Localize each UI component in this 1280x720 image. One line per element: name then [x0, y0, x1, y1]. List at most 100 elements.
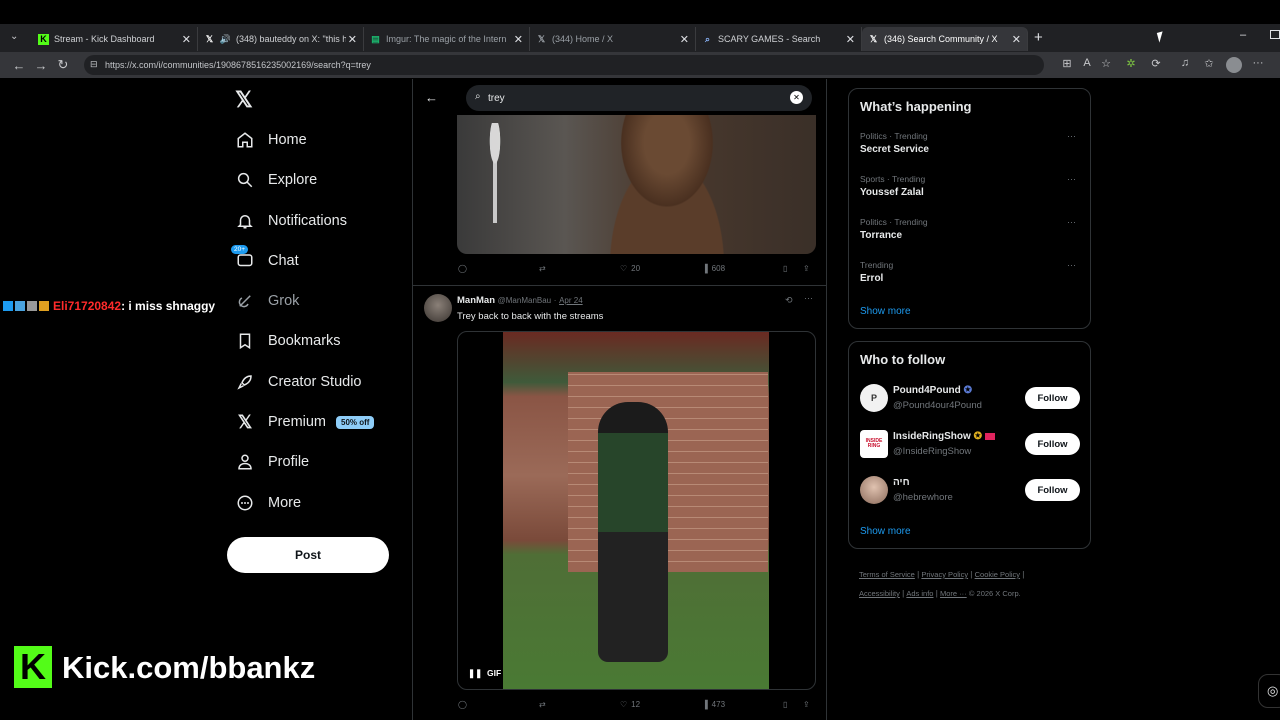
favorites-icon[interactable]: ✩	[1201, 57, 1217, 73]
trend-item[interactable]: Trending Errol	[860, 260, 893, 284]
show-more-link[interactable]: Show more	[860, 526, 911, 537]
trend-item[interactable]: Sports · Trending Youssef Zalal	[860, 174, 925, 198]
post-button[interactable]: Post	[227, 537, 389, 573]
more-options-icon[interactable]: ···	[1067, 174, 1076, 184]
menu-dots-icon[interactable]: ···	[1250, 57, 1266, 73]
grok-float-button[interactable]: ◎	[1258, 674, 1280, 708]
nav-chat[interactable]: 20+ Chat	[231, 245, 299, 274]
trend-item[interactable]: Politics · Trending Secret Service	[860, 131, 929, 155]
extension-icon[interactable]: ✲	[1123, 57, 1139, 73]
like-button[interactable]: ♡ 12	[620, 700, 640, 709]
avatar[interactable]	[860, 476, 888, 504]
nav-notifications[interactable]: Notifications	[235, 208, 347, 234]
nav-premium[interactable]: 𝕏 Premium 50% off	[235, 409, 375, 435]
maximize-icon[interactable]	[1270, 30, 1280, 39]
footer-link[interactable]: Accessibility	[859, 589, 900, 598]
bookmark-icon	[235, 331, 255, 351]
favorite-star-icon[interactable]: ☆	[1098, 57, 1114, 73]
tab-imgur[interactable]: ▤ Imgur: The magic of the Internet ✕	[364, 27, 530, 51]
nav-home[interactable]: Home	[235, 127, 307, 153]
nav-profile[interactable]: Profile	[235, 449, 309, 475]
back-icon[interactable]: ←	[8, 58, 30, 73]
bookmark-button[interactable]: ▯	[783, 700, 787, 709]
share-button[interactable]: ⇪	[803, 264, 810, 273]
refresh-extension-icon[interactable]: ⟳	[1148, 57, 1164, 73]
site-info-icon[interactable]: ⊟	[90, 59, 98, 70]
reload-icon[interactable]: ↻	[52, 57, 74, 73]
tab-scary-games[interactable]: ⌕ SCARY GAMES - Search ✕	[696, 27, 862, 51]
stream-chat-message: Eli71720842 : i miss shnaggy	[3, 298, 215, 314]
reply-button[interactable]: ◯	[458, 700, 467, 709]
show-more-link[interactable]: Show more	[860, 306, 911, 317]
close-icon[interactable]: ✕	[348, 33, 357, 46]
tab-search-community[interactable]: 𝕏 (346) Search Community / X ✕	[862, 27, 1028, 51]
footer-link[interactable]: Terms of Service	[859, 570, 915, 579]
close-icon[interactable]: ✕	[1012, 33, 1021, 46]
trend-item[interactable]: Politics · Trending Torrance	[860, 217, 928, 241]
nav-creator-studio[interactable]: Creator Studio	[235, 369, 362, 395]
views-button[interactable]: ▐ 608	[702, 264, 725, 273]
read-aloud-icon[interactable]: A	[1079, 57, 1095, 73]
url-field[interactable]: ⊟ https://x.com/i/communities/1908678516…	[84, 55, 1044, 75]
tab-kick-dashboard[interactable]: K Stream - Kick Dashboard ✕	[32, 27, 198, 51]
nav-explore[interactable]: Explore	[235, 167, 317, 193]
close-icon[interactable]: ✕	[846, 33, 855, 46]
bookmark-button[interactable]: ▯	[783, 264, 787, 273]
account-handle: @Pound4our4Pound	[893, 400, 982, 411]
new-tab-icon[interactable]: +	[1034, 29, 1043, 46]
post-author[interactable]: ManMan	[457, 295, 495, 306]
repost-button[interactable]: ⇄	[539, 700, 546, 709]
more-options-icon[interactable]: ···	[1067, 131, 1076, 141]
post-gif[interactable]: ❚❚ GIF	[457, 331, 816, 690]
section-title: Who to follow	[860, 352, 946, 367]
close-icon[interactable]: ✕	[514, 33, 523, 46]
apps-icon[interactable]: ⊞	[1059, 57, 1075, 73]
like-button[interactable]: ♡ 20	[620, 264, 640, 273]
post-video-thumbnail[interactable]	[457, 115, 816, 254]
tab-list-icon[interactable]: ⌄	[10, 31, 18, 42]
more-options-icon[interactable]: ···	[804, 293, 813, 303]
post-handle[interactable]: @ManManBau	[498, 296, 551, 305]
avatar[interactable]	[424, 294, 452, 322]
grok-analyze-icon[interactable]: ⟲	[785, 295, 793, 306]
x-logo-icon[interactable]: 𝕏	[235, 87, 253, 113]
back-arrow-icon[interactable]: ←	[425, 90, 438, 105]
who-to-follow-card: Who to follow P Pound4Pound ✪ @Pound4our…	[848, 341, 1091, 549]
more-options-icon[interactable]: ···	[1067, 260, 1076, 270]
nav-grok[interactable]: Grok	[235, 288, 299, 314]
pause-icon[interactable]: ❚❚	[468, 668, 482, 678]
follow-button[interactable]: Follow	[1025, 479, 1080, 501]
search-input[interactable]: ⌕ trey ✕	[466, 85, 812, 111]
account-name[interactable]: InsideRingShow ✪	[893, 431, 995, 442]
chat-icon: 20+	[231, 245, 255, 271]
streamer-figure	[587, 115, 747, 254]
footer-link[interactable]: Ads info	[906, 589, 933, 598]
account-name[interactable]: Pound4Pound ✪	[893, 385, 972, 396]
nav-bookmarks[interactable]: Bookmarks	[235, 328, 341, 354]
footer-link[interactable]: More ···	[940, 589, 967, 598]
reply-icon: ◯	[458, 264, 467, 273]
avatar[interactable]: INSIDE RING	[860, 430, 888, 458]
tab-x-home[interactable]: 𝕏 (344) Home / X ✕	[530, 27, 696, 51]
minimize-icon[interactable]: –	[1240, 29, 1246, 41]
clear-search-icon[interactable]: ✕	[790, 91, 803, 104]
repost-button[interactable]: ⇄	[539, 264, 546, 273]
views-button[interactable]: ▐ 473	[702, 700, 725, 709]
share-button[interactable]: ⇪	[803, 700, 810, 709]
tab-bauteddy[interactable]: 𝕏 🔊 (348) bauteddy on X: "this ha ✕	[198, 27, 364, 51]
close-icon[interactable]: ✕	[182, 33, 191, 46]
forward-icon[interactable]: →	[30, 58, 52, 73]
nav-more[interactable]: More	[235, 490, 301, 516]
profile-avatar-icon[interactable]	[1226, 57, 1242, 73]
puzzle-icon[interactable]: ♫	[1177, 57, 1193, 73]
account-name[interactable]: חיה	[893, 477, 910, 488]
reply-button[interactable]: ◯	[458, 264, 467, 273]
avatar[interactable]: P	[860, 384, 888, 412]
post-date[interactable]: Apr 24	[559, 296, 583, 305]
follow-button[interactable]: Follow	[1025, 433, 1080, 455]
more-options-icon[interactable]: ···	[1067, 217, 1076, 227]
close-icon[interactable]: ✕	[680, 33, 689, 46]
footer-link[interactable]: Cookie Policy	[975, 570, 1020, 579]
follow-button[interactable]: Follow	[1025, 387, 1080, 409]
footer-link[interactable]: Privacy Policy	[921, 570, 968, 579]
